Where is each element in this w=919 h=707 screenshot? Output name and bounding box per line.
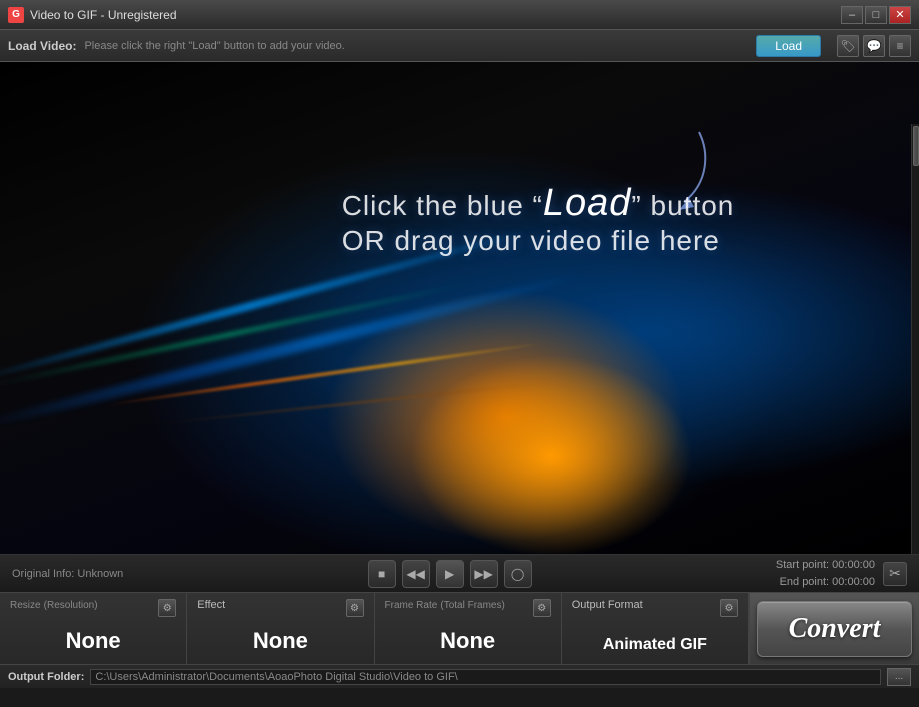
- scroll-thumb[interactable]: [913, 126, 919, 166]
- next-button[interactable]: ▶▶: [470, 560, 498, 588]
- stop-button[interactable]: ■: [368, 560, 396, 588]
- time-info: Start point: 00:00:00 End point: 00:00:0…: [776, 557, 875, 590]
- output-folder-label: Output Folder:: [8, 671, 84, 683]
- output-format-header: Output Format ⚙: [572, 599, 738, 617]
- instruction-line-1: Click the blue “Load” button: [342, 182, 735, 225]
- framerate-title: Frame Rate (Total Frames): [385, 599, 505, 611]
- convert-button[interactable]: Convert: [757, 601, 912, 657]
- resize-header: Resize (Resolution) ⚙: [10, 599, 176, 617]
- title-bar: G Video to GIF - Unregistered – □ ✕: [0, 0, 919, 30]
- output-folder-browse-button[interactable]: ...: [887, 668, 911, 686]
- video-area[interactable]: Click the blue “Load” button OR drag you…: [0, 62, 919, 554]
- bottom-panel: Resize (Resolution) ⚙ None Effect ⚙ None…: [0, 592, 919, 664]
- effect-header: Effect ⚙: [197, 599, 363, 617]
- load-video-label: Load Video:: [8, 39, 76, 53]
- app-icon: G: [8, 7, 24, 23]
- output-format-title: Output Format: [572, 599, 643, 611]
- effect-value: None: [197, 628, 363, 658]
- output-folder-bar: Output Folder: C:\Users\Administrator\Do…: [0, 664, 919, 688]
- framerate-section: Frame Rate (Total Frames) ⚙ None: [375, 593, 562, 664]
- effect-gear-button[interactable]: ⚙: [346, 599, 364, 617]
- camera-button[interactable]: ◯: [504, 560, 532, 588]
- instruction-line-2: OR drag your video file here: [342, 225, 735, 257]
- original-info: Original Info: Unknown: [12, 568, 123, 580]
- load-path-text: Please click the right "Load" button to …: [84, 40, 748, 52]
- minimize-button[interactable]: –: [841, 6, 863, 24]
- toolbar-icons: 🏷 💬 ≡: [837, 35, 911, 57]
- framerate-gear-button[interactable]: ⚙: [533, 599, 551, 617]
- instructions-area: Click the blue “Load” button OR drag you…: [342, 182, 735, 257]
- scissors-button[interactable]: ✂: [883, 562, 907, 586]
- load-bar: Load Video: Please click the right "Load…: [0, 30, 919, 62]
- playback-controls: ■ ◀◀ ▶ ▶▶ ◯: [368, 560, 532, 588]
- convert-button-label: Convert: [789, 613, 881, 645]
- end-point: End point: 00:00:00: [776, 574, 875, 591]
- tag-icon[interactable]: 🏷: [837, 35, 859, 57]
- output-format-gear-button[interactable]: ⚙: [720, 599, 738, 617]
- prev-button[interactable]: ◀◀: [402, 560, 430, 588]
- resize-value: None: [10, 628, 176, 658]
- framerate-value: None: [385, 628, 551, 658]
- start-point: Start point: 00:00:00: [776, 557, 875, 574]
- output-format-section: Output Format ⚙ Animated GIF: [562, 593, 749, 664]
- list-icon[interactable]: ≡: [889, 35, 911, 57]
- play-button[interactable]: ▶: [436, 560, 464, 588]
- controls-bar: Original Info: Unknown ■ ◀◀ ▶ ▶▶ ◯ Start…: [0, 554, 919, 592]
- load-button[interactable]: Load: [756, 35, 821, 57]
- framerate-header: Frame Rate (Total Frames) ⚙: [385, 599, 551, 617]
- maximize-button[interactable]: □: [865, 6, 887, 24]
- output-format-value: Animated GIF: [572, 636, 738, 658]
- title-bar-left: G Video to GIF - Unregistered: [8, 7, 177, 23]
- time-info-wrap: Start point: 00:00:00 End point: 00:00:0…: [776, 557, 907, 590]
- effect-title: Effect: [197, 599, 225, 611]
- title-controls: – □ ✕: [841, 6, 911, 24]
- output-folder-path: C:\Users\Administrator\Documents\AoaoPho…: [90, 669, 881, 685]
- resize-gear-button[interactable]: ⚙: [158, 599, 176, 617]
- chat-icon[interactable]: 💬: [863, 35, 885, 57]
- resize-section: Resize (Resolution) ⚙ None: [0, 593, 187, 664]
- effect-section: Effect ⚙ None: [187, 593, 374, 664]
- convert-section[interactable]: Convert: [749, 593, 919, 664]
- side-scrollbar[interactable]: [911, 124, 919, 554]
- close-button[interactable]: ✕: [889, 6, 911, 24]
- window-title: Video to GIF - Unregistered: [30, 8, 177, 22]
- resize-title: Resize (Resolution): [10, 599, 98, 611]
